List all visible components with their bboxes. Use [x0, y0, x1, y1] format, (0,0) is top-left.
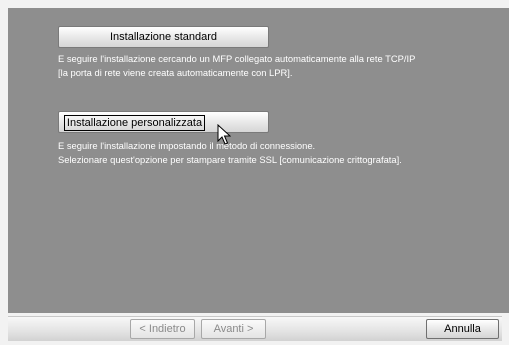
custom-description-line-2: Selezionare quest'opzione per stampare t…: [58, 154, 402, 165]
standard-installation-label: Installazione standard: [109, 31, 217, 43]
back-button-label: < Indietro: [139, 323, 186, 335]
custom-installation-button[interactable]: Installazione personalizzata: [58, 111, 269, 133]
back-button[interactable]: < Indietro: [130, 319, 195, 339]
installer-window: Installazione standard E seguire l'insta…: [0, 0, 509, 345]
standard-description-line-1: E seguire l'installazione cercando un MF…: [58, 53, 416, 64]
next-button[interactable]: Avanti >: [201, 319, 266, 339]
standard-description-line-2: [la porta di rete viene creata automatic…: [58, 67, 293, 78]
next-button-label: Avanti >: [213, 323, 254, 335]
cancel-button-label: Annulla: [444, 323, 481, 335]
custom-installation-label: Installazione personalizzata: [63, 115, 206, 131]
mouse-pointer-icon: [217, 124, 231, 145]
cancel-button[interactable]: Annulla: [426, 319, 499, 339]
standard-installation-description: E seguire l'installazione cercando un MF…: [58, 52, 415, 80]
standard-installation-button[interactable]: Installazione standard: [58, 26, 269, 48]
